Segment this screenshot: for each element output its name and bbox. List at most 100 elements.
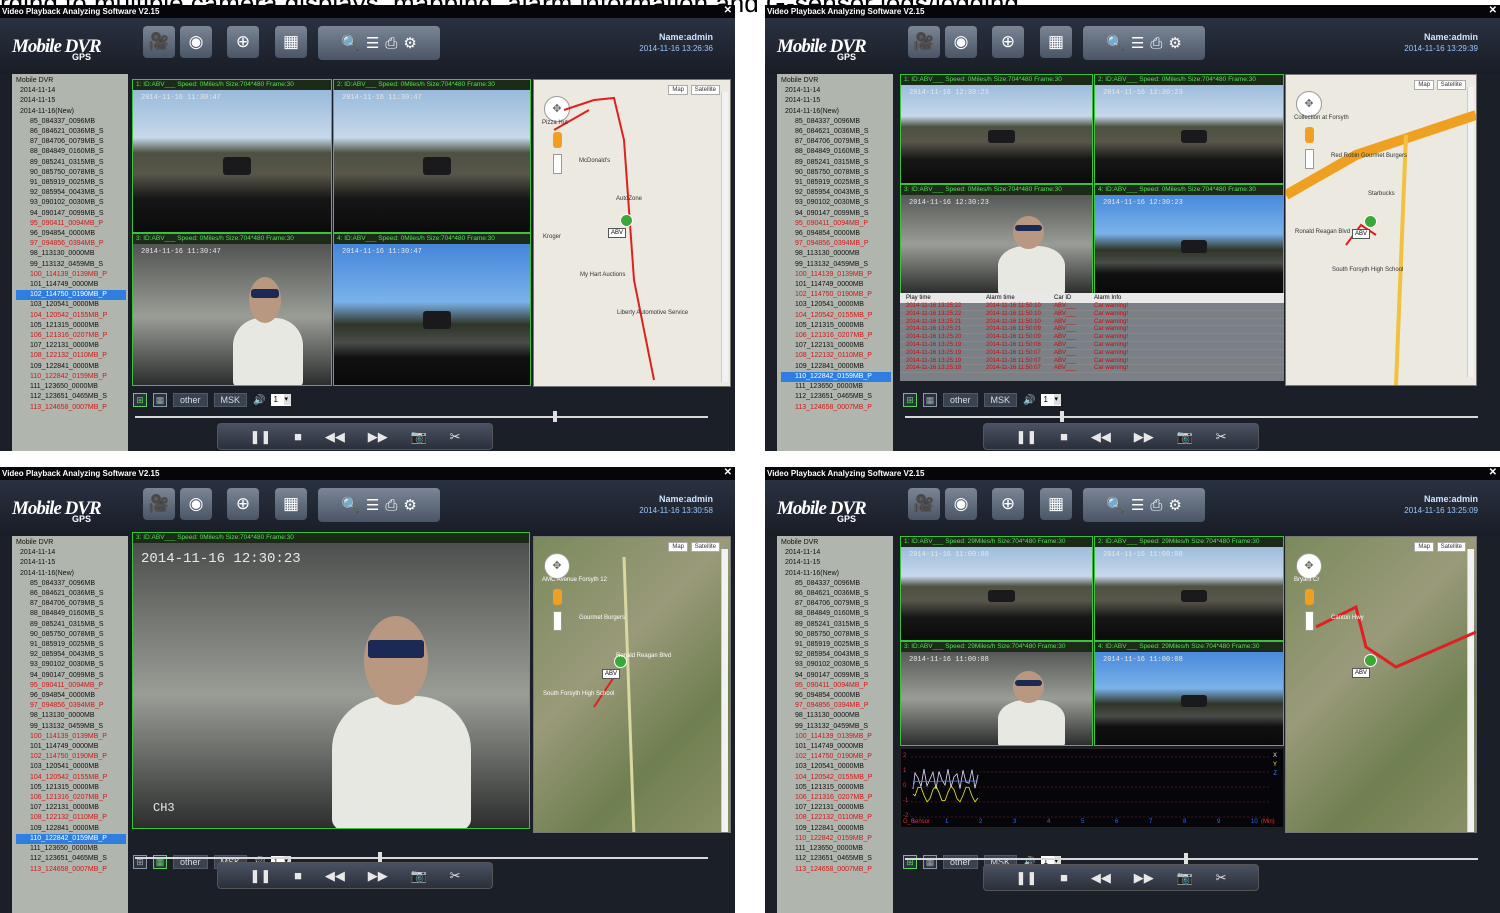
gear-icon[interactable]: ⚙ (1168, 34, 1181, 52)
tree-file-item[interactable]: 95_090411_0094MB_P (16, 681, 126, 691)
globe-icon[interactable]: ⊕ (992, 26, 1024, 58)
tree-file-item[interactable]: 111_123650_0000MB (16, 844, 126, 854)
tree-date[interactable]: 2014-11-16(New) (16, 569, 126, 579)
tree-file-item[interactable]: 98_113130_0000MB (16, 711, 126, 721)
tree-file-item[interactable]: 104_120542_0155MB_P (781, 773, 891, 783)
tree-root[interactable]: Mobile DVR (781, 76, 891, 86)
channel-select[interactable]: 1 (1041, 394, 1062, 406)
tree-file-item[interactable]: 108_122132_0110MB_P (16, 813, 126, 823)
tree-file-item[interactable]: 85_084337_0096MB (781, 579, 891, 589)
tree-root[interactable]: Mobile DVR (16, 538, 126, 548)
camera-view-1[interactable]: 1: ID:ABV___ Speed: 29Miles/h Size:704*4… (900, 536, 1093, 641)
pause-button[interactable]: ❚❚ (249, 868, 271, 884)
tree-file-item[interactable]: 90_085750_0078MB_S (781, 168, 891, 178)
tree-file-item[interactable]: 96_094854_0000MB (781, 229, 891, 239)
tree-file-item[interactable]: 88_084849_0160MB_S (16, 147, 126, 157)
camera-view-1[interactable]: 1: ID:ABV___ Speed: 0Miles/h Size:704*48… (132, 79, 332, 233)
globe-icon[interactable]: ⊕ (227, 488, 259, 520)
forward-button[interactable]: ▶▶ (368, 429, 388, 445)
snapshot-icon[interactable]: 📷 (411, 868, 427, 884)
other-button[interactable]: other (943, 393, 978, 407)
camera-icon[interactable]: 🎥 (908, 26, 940, 58)
tree-file-item[interactable]: 93_090102_0030MB_S (16, 198, 126, 208)
tree-file-item[interactable]: 105_121315_0000MB (16, 783, 126, 793)
print-icon[interactable]: ⎙ (1150, 497, 1162, 514)
gear-icon[interactable]: ⚙ (403, 34, 416, 52)
map-icon[interactable]: ▦ (275, 26, 307, 58)
camera-view-3[interactable]: 3: ID:ABV___ Speed: 29Miles/h Size:704*4… (900, 641, 1093, 746)
tree-file-item[interactable]: 87_084706_0079MB_S (16, 599, 126, 609)
tree-file-item[interactable]: 96_094854_0000MB (16, 229, 126, 239)
snapshot-icon[interactable]: 📷 (1177, 429, 1193, 445)
tree-date[interactable]: 2014-11-15 (16, 96, 126, 106)
camera-view-1[interactable]: 1: ID:ABV___ Speed: 0Miles/h Size:704*48… (900, 74, 1093, 184)
tree-file-item[interactable]: 98_113130_0000MB (781, 711, 891, 721)
tree-root[interactable]: Mobile DVR (781, 538, 891, 548)
tree-file-item[interactable]: 108_122132_0110MB_P (781, 351, 891, 361)
tree-file-item[interactable]: 96_094854_0000MB (16, 691, 126, 701)
tree-file-item[interactable]: 85_084337_0096MB (16, 579, 126, 589)
volume-icon[interactable]: 🔊 (253, 395, 265, 406)
tree-file-item[interactable]: 102_114750_0190MB_P (781, 290, 891, 300)
map-panel[interactable]: Map Satellite ✥ Collection at Forsyth Red Ro… (1285, 74, 1477, 386)
tree-date[interactable]: 2014-11-16(New) (16, 107, 126, 117)
tree-file-item[interactable]: 88_084849_0160MB_S (781, 147, 891, 157)
map-panel[interactable]: Map Satellite ✥ Pizza Hut McDonald's AutoZone… (533, 79, 731, 387)
globe-icon[interactable]: ⊕ (992, 488, 1024, 520)
globe-icon[interactable]: ⊕ (227, 26, 259, 58)
tree-file-item[interactable]: 104_120542_0155MB_P (16, 773, 126, 783)
tree-file-item[interactable]: 111_123650_0000MB (781, 844, 891, 854)
layout-9-button[interactable]: ▦ (923, 393, 937, 407)
map-icon[interactable]: ▦ (1040, 26, 1072, 58)
map-icon[interactable]: ▦ (275, 488, 307, 520)
close-icon[interactable]: ✕ (724, 467, 732, 478)
tree-file-item[interactable]: 97_094856_0394MB_P (16, 701, 126, 711)
msk-button[interactable]: MSK (213, 393, 248, 407)
tree-file-item[interactable]: 100_114139_0139MB_P (16, 732, 126, 742)
tree-file-item[interactable]: 105_121315_0000MB (781, 783, 891, 793)
rewind-button[interactable]: ◀◀ (325, 429, 345, 445)
dvr-icon[interactable]: ◉ (180, 26, 212, 58)
alarm-table[interactable]: Play time Alarm time Car ID Alarm Info 2014-… (900, 293, 1284, 381)
progress-slider[interactable] (905, 411, 1478, 422)
channel-select[interactable]: 1 (271, 394, 292, 406)
tree-file-item[interactable]: 98_113130_0000MB (16, 249, 126, 259)
tree-file-item[interactable]: 106_121316_0207MB_P (781, 793, 891, 803)
list-icon[interactable]: ☰ (1131, 34, 1144, 52)
tree-file-item[interactable]: 95_090411_0094MB_P (16, 219, 126, 229)
tree-file-item[interactable]: 99_113132_0459MB_S (16, 722, 126, 732)
volume-icon[interactable]: 🔊 (1023, 395, 1035, 406)
tree-root[interactable]: Mobile DVR (16, 76, 126, 86)
tree-file-item[interactable]: 106_121316_0207MB_P (16, 331, 126, 341)
tree-file-item[interactable]: 85_084337_0096MB (16, 117, 126, 127)
tree-file-item[interactable]: 89_085241_0315MB_S (781, 620, 891, 630)
clip-icon[interactable]: ✂ (1216, 429, 1227, 445)
tree-date[interactable]: 2014-11-16(New) (781, 107, 891, 117)
forward-button[interactable]: ▶▶ (1134, 870, 1154, 886)
tree-file-item[interactable]: 93_090102_0030MB_S (781, 660, 891, 670)
tree-file-item[interactable]: 101_114749_0000MB (781, 742, 891, 752)
camera-icon[interactable]: 🎥 (143, 26, 175, 58)
search-file-icon[interactable]: 🔍 (341, 496, 360, 514)
tree-file-item[interactable]: 93_090102_0030MB_S (781, 198, 891, 208)
pause-button[interactable]: ❚❚ (1015, 870, 1037, 886)
tree-file-item[interactable]: 99_113132_0459MB_S (781, 722, 891, 732)
tree-file-item[interactable]: 85_084337_0096MB (781, 117, 891, 127)
tree-file-item[interactable]: 109_122841_0000MB (16, 824, 126, 834)
tree-file-item[interactable]: 100_114139_0139MB_P (16, 270, 126, 280)
list-icon[interactable]: ☰ (366, 496, 379, 514)
tree-date[interactable]: 2014-11-14 (781, 548, 891, 558)
pause-button[interactable]: ❚❚ (249, 429, 271, 445)
tree-file-item[interactable]: 107_122131_0000MB (781, 341, 891, 351)
alarm-row[interactable]: 2014-11-16 13:25:22 2014-11-16 11:50:10 AB… (900, 303, 1284, 311)
forward-button[interactable]: ▶▶ (1134, 429, 1154, 445)
close-icon[interactable]: ✕ (1489, 5, 1497, 16)
progress-slider[interactable] (135, 411, 708, 422)
camera-view-4[interactable]: 4: ID:ABV___ Speed: 0Miles/h Size:704*48… (1094, 184, 1284, 294)
clip-icon[interactable]: ✂ (1216, 870, 1227, 886)
search-file-icon[interactable]: 🔍 (341, 34, 360, 52)
tree-file-item[interactable]: 113_124658_0007MB_P (16, 403, 126, 413)
tree-file-item[interactable]: 102_114750_0190MB_P (16, 290, 126, 301)
tree-file-item[interactable]: 106_121316_0207MB_P (16, 793, 126, 803)
print-icon[interactable]: ⎙ (1150, 35, 1162, 52)
